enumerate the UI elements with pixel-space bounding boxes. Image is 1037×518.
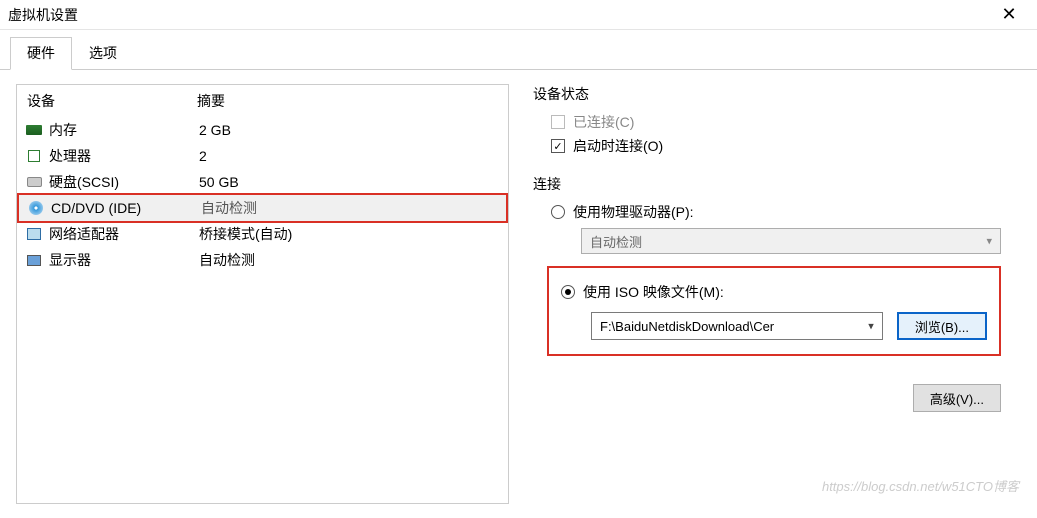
device-status-group: 设备状态 已连接(C) 启动时连接(O) [533, 84, 1001, 156]
tabs: 硬件 选项 [0, 30, 1037, 70]
titlebar: 虚拟机设置 ✕ [0, 0, 1037, 30]
cpu-icon [25, 148, 43, 164]
content: 设备 摘要 内存 2 GB 处理器 2 硬盘(SCSI) 50 GB CD/DV… [0, 70, 1037, 518]
connected-label: 已连接(C) [573, 112, 634, 132]
iso-radio[interactable] [561, 285, 575, 299]
device-name: 硬盘(SCSI) [49, 172, 199, 192]
device-row-cddvd[interactable]: CD/DVD (IDE) 自动检测 [17, 193, 508, 223]
device-name: 内存 [49, 120, 199, 140]
device-summary: 2 [199, 148, 207, 164]
tab-options[interactable]: 选项 [72, 37, 134, 70]
hdd-icon [25, 174, 43, 190]
device-list: 内存 2 GB 处理器 2 硬盘(SCSI) 50 GB CD/DVD (IDE… [17, 117, 508, 273]
device-status-title: 设备状态 [533, 84, 1001, 104]
connection-group: 连接 使用物理驱动器(P): 自动检测 ▾ 使用 ISO 映像文件(M): [533, 174, 1001, 356]
connect-at-poweron-label: 启动时连接(O) [573, 136, 663, 156]
network-icon [25, 226, 43, 242]
memory-icon [25, 122, 43, 138]
device-panel: 设备 摘要 内存 2 GB 处理器 2 硬盘(SCSI) 50 GB CD/DV… [16, 84, 509, 504]
iso-row[interactable]: 使用 ISO 映像文件(M): [561, 282, 987, 302]
header-summary: 摘要 [197, 91, 225, 111]
header-device: 设备 [27, 91, 197, 111]
device-row-display[interactable]: 显示器 自动检测 [17, 247, 508, 273]
tab-hardware[interactable]: 硬件 [10, 37, 72, 70]
chevron-down-icon[interactable]: ▾ [868, 320, 874, 333]
device-table-header: 设备 摘要 [17, 85, 508, 117]
chevron-down-icon: ▾ [986, 235, 992, 248]
device-row-memory[interactable]: 内存 2 GB [17, 117, 508, 143]
device-name: 网络适配器 [49, 224, 199, 244]
device-name: 处理器 [49, 146, 199, 166]
device-summary: 自动检测 [201, 198, 257, 218]
connect-at-poweron-checkbox[interactable] [551, 139, 565, 153]
advanced-row: 高级(V)... [533, 384, 1001, 412]
connected-row: 已连接(C) [551, 112, 1001, 132]
device-summary: 自动检测 [199, 250, 255, 270]
connection-title: 连接 [533, 174, 1001, 194]
physical-drive-radio[interactable] [551, 205, 565, 219]
device-row-network[interactable]: 网络适配器 桥接模式(自动) [17, 221, 508, 247]
iso-label: 使用 ISO 映像文件(M): [583, 282, 724, 302]
connected-checkbox [551, 115, 565, 129]
window-title: 虚拟机设置 [8, 5, 989, 25]
physical-drive-label: 使用物理驱动器(P): [573, 202, 694, 222]
device-summary: 50 GB [199, 174, 239, 190]
iso-group-highlight: 使用 ISO 映像文件(M): F:\BaiduNetdiskDownload\… [547, 266, 1001, 356]
physical-drive-row[interactable]: 使用物理驱动器(P): [551, 202, 1001, 222]
device-summary: 2 GB [199, 122, 231, 138]
device-summary: 桥接模式(自动) [199, 224, 292, 244]
browse-button[interactable]: 浏览(B)... [897, 312, 987, 340]
advanced-button[interactable]: 高级(V)... [913, 384, 1001, 412]
iso-path-combo[interactable]: F:\BaiduNetdiskDownload\Cer ▾ [591, 312, 883, 340]
device-row-hdd[interactable]: 硬盘(SCSI) 50 GB [17, 169, 508, 195]
physical-drive-combo: 自动检测 ▾ [581, 228, 1001, 254]
device-name: 显示器 [49, 250, 199, 270]
connect-at-poweron-row[interactable]: 启动时连接(O) [551, 136, 1001, 156]
display-icon [25, 252, 43, 268]
cd-icon [27, 200, 45, 216]
detail-panel: 设备状态 已连接(C) 启动时连接(O) 连接 使用物理驱动器(P): [533, 84, 1021, 504]
iso-file-row: F:\BaiduNetdiskDownload\Cer ▾ 浏览(B)... [591, 312, 987, 340]
physical-drive-combo-value: 自动检测 [590, 232, 642, 251]
device-name: CD/DVD (IDE) [51, 200, 201, 216]
device-row-cpu[interactable]: 处理器 2 [17, 143, 508, 169]
iso-path-value: F:\BaiduNetdiskDownload\Cer [600, 319, 774, 334]
close-icon[interactable]: ✕ [989, 3, 1029, 27]
